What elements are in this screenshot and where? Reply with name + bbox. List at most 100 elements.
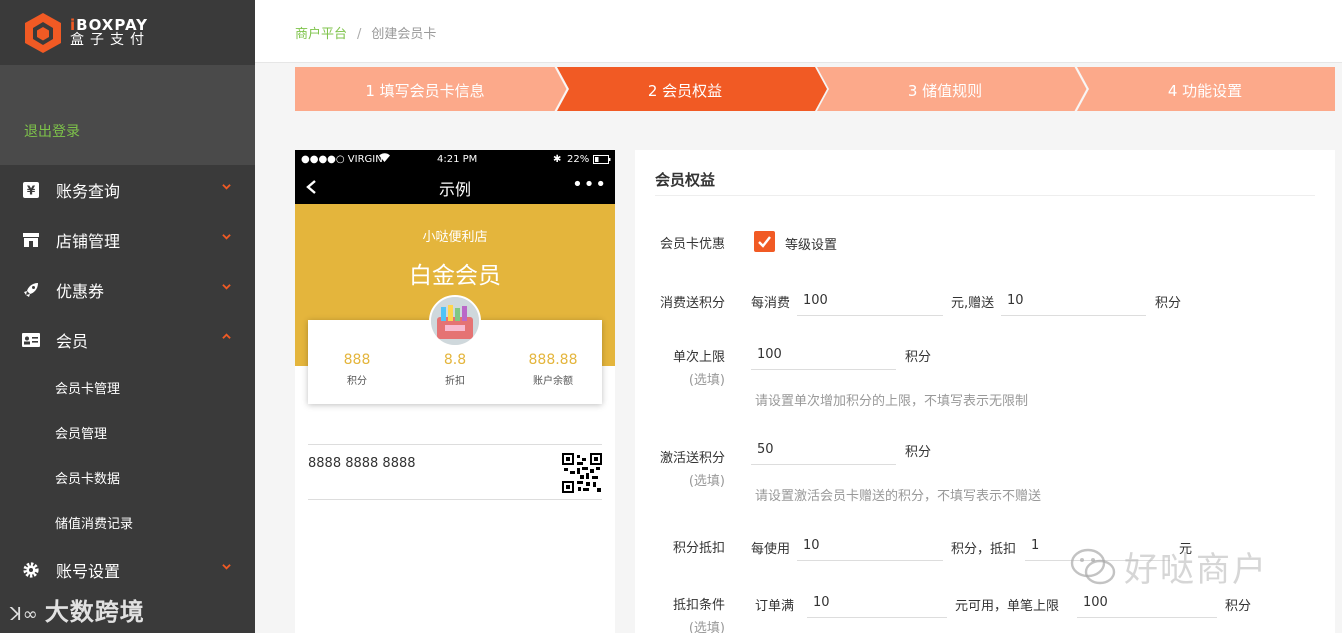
hexagon-logo-icon bbox=[25, 12, 61, 53]
breadcrumb-current: 创建会员卡 bbox=[371, 27, 437, 42]
breadcrumb-root-link[interactable]: 商户平台 bbox=[295, 27, 347, 42]
battery-percent: 22% bbox=[567, 154, 590, 165]
order-min-input[interactable] bbox=[807, 588, 947, 618]
sidebar-subitem-card-data[interactable]: 会员卡数据 bbox=[0, 455, 255, 500]
sidebar-subitem-member-manage[interactable]: 会员管理 bbox=[0, 410, 255, 455]
activate-points-suffix: 积分 bbox=[905, 445, 932, 460]
condition-mid: 元可用，单笔上限 bbox=[955, 599, 1060, 614]
activate-points-input[interactable] bbox=[751, 435, 896, 465]
stat-label: 折扣 bbox=[445, 376, 465, 387]
rocket-icon bbox=[22, 281, 40, 299]
stat-balance: 888.88 账户余额 bbox=[504, 352, 602, 387]
logout-link[interactable]: 退出登录 bbox=[24, 121, 80, 141]
phone-title: 示例 bbox=[438, 180, 471, 199]
watermark-bottom-right: 好哒商户 bbox=[1070, 542, 1268, 596]
deduct-points-input[interactable] bbox=[797, 531, 943, 561]
single-limit-input[interactable] bbox=[751, 340, 896, 370]
sidebar-item-accounting[interactable]: ¥ 账务查询 bbox=[0, 165, 255, 215]
consume-suffix: 积分 bbox=[1155, 296, 1182, 311]
sidebar-item-label: 会员 bbox=[56, 332, 89, 351]
card-number: 8888 8888 8888 bbox=[308, 456, 416, 471]
consume-amount-input[interactable] bbox=[797, 286, 943, 316]
sidebar-subitem-card-manage[interactable]: 会员卡管理 bbox=[0, 365, 255, 410]
user-panel: 退出登录 bbox=[0, 65, 255, 165]
sidebar-item-store[interactable]: 店铺管理 bbox=[0, 215, 255, 265]
sidebar-menu: ¥ 账务查询 店铺管理 优惠券 会员 会员卡管理 会员管理 会员卡数据 储值消费… bbox=[0, 165, 255, 595]
level-setting-checkbox[interactable] bbox=[754, 231, 775, 252]
single-limit-label: 单次上限 (选填) bbox=[672, 350, 725, 388]
activate-points-label: 激活送积分 (选填) bbox=[659, 451, 725, 489]
gear-icon bbox=[22, 561, 40, 579]
checkmark-icon bbox=[758, 236, 771, 248]
chevron-down-icon bbox=[222, 564, 231, 570]
top-bar: 商户平台 / 创建会员卡 bbox=[255, 0, 1342, 63]
step-3[interactable]: 3 储值规则 bbox=[825, 80, 1065, 101]
step-progress: 1 填写会员卡信息 2 会员权益 3 储值规则 4 功能设置 bbox=[295, 67, 1335, 111]
stat-value: 8.8 bbox=[443, 352, 467, 368]
sidebar-item-account-settings[interactable]: 账号设置 bbox=[0, 545, 255, 595]
wechat-icon bbox=[1070, 547, 1116, 596]
watermark-bottom-left: ꓘ∞ 大数跨境 bbox=[10, 598, 145, 626]
activate-points-hint: 请设置激活会员卡赠送的积分，不填写表示不赠送 bbox=[755, 489, 1042, 504]
chevron-down-icon bbox=[222, 284, 231, 290]
store-icon bbox=[22, 231, 40, 249]
sidebar-item-label: 店铺管理 bbox=[56, 232, 121, 251]
more-icon[interactable]: ••• bbox=[572, 174, 607, 195]
single-limit-suffix: 积分 bbox=[905, 350, 932, 365]
member-level: 白金会员 bbox=[409, 263, 501, 289]
store-name: 小哒便利店 bbox=[422, 230, 488, 245]
stat-discount: 8.8 折扣 bbox=[406, 352, 504, 387]
deduct-prefix: 每使用 bbox=[751, 542, 791, 557]
step-2-active[interactable]: 2 会员权益 bbox=[565, 80, 805, 101]
watermark-logo-icon: ꓘ∞ bbox=[10, 604, 39, 625]
logo-cn: 盒子支付 bbox=[70, 32, 150, 49]
phone-status-bar: ●●●●○ VIRGIN 4:21 PM ✱ 22% bbox=[295, 150, 615, 170]
gift-points-input[interactable] bbox=[1001, 286, 1146, 316]
carrier: ●●●●○ VIRGIN bbox=[301, 154, 383, 165]
brand-logo[interactable]: iBOXPAY 盒子支付 bbox=[0, 0, 255, 65]
wifi-icon bbox=[379, 153, 390, 165]
step-1[interactable]: 1 填写会员卡信息 bbox=[305, 80, 545, 101]
yen-icon: ¥ bbox=[22, 181, 40, 199]
single-limit-hint: 请设置单次增加积分的上限，不填写表示无限制 bbox=[755, 394, 1029, 409]
card-code-row: 8888 8888 8888 bbox=[308, 444, 602, 500]
breadcrumb-separator: / bbox=[357, 27, 362, 42]
consume-points-label: 消费送积分 bbox=[659, 296, 725, 311]
condition-prefix: 订单满 bbox=[755, 599, 795, 614]
chevron-up-icon bbox=[222, 333, 231, 339]
panel-title: 会员权益 bbox=[655, 171, 716, 189]
stat-value: 888.88 bbox=[528, 352, 578, 368]
sidebar-item-label: 账务查询 bbox=[56, 182, 121, 201]
phone-nav-bar: 示例 ••• bbox=[295, 170, 615, 204]
divider bbox=[655, 195, 1315, 196]
logo-en: iBOXPAY bbox=[70, 15, 149, 34]
step-4[interactable]: 4 功能设置 bbox=[1085, 80, 1325, 101]
stat-label: 积分 bbox=[347, 376, 367, 387]
battery-icon bbox=[593, 155, 611, 167]
qr-code-icon bbox=[562, 453, 602, 493]
consume-prefix: 每消费 bbox=[751, 296, 791, 311]
level-setting-label: 等级设置 bbox=[785, 238, 838, 253]
sidebar-item-coupon[interactable]: 优惠券 bbox=[0, 265, 255, 315]
stat-value: 888 bbox=[343, 352, 371, 368]
card-discount-label: 会员卡优惠 bbox=[659, 237, 725, 252]
consume-mid: 元,赠送 bbox=[951, 296, 995, 311]
bluetooth-icon: ✱ bbox=[553, 154, 562, 165]
chevron-down-icon bbox=[222, 184, 231, 190]
avatar bbox=[429, 295, 481, 347]
phone-preview: ●●●●○ VIRGIN 4:21 PM ✱ 22% 示例 ••• 小哒便利店 … bbox=[295, 150, 615, 633]
status-time: 4:21 PM bbox=[437, 154, 478, 165]
stat-label: 账户余额 bbox=[533, 376, 573, 387]
condition-suffix: 积分 bbox=[1225, 599, 1252, 614]
sidebar: iBOXPAY 盒子支付 退出登录 ¥ 账务查询 店铺管理 优惠券 会员 会员卡… bbox=[0, 0, 255, 633]
breadcrumb: 商户平台 / 创建会员卡 bbox=[295, 23, 436, 42]
sidebar-item-member[interactable]: 会员 bbox=[0, 315, 255, 365]
sidebar-item-label: 优惠券 bbox=[56, 282, 105, 301]
points-deduct-label: 积分抵扣 bbox=[672, 541, 725, 556]
chevron-down-icon bbox=[222, 234, 231, 240]
svg-text:¥: ¥ bbox=[27, 184, 36, 198]
deduct-mid: 积分，抵扣 bbox=[951, 542, 1017, 557]
deduct-condition-label: 抵扣条件 (选填) bbox=[672, 598, 725, 633]
stat-points: 888 积分 bbox=[308, 352, 406, 387]
sidebar-subitem-stored-value-records[interactable]: 储值消费记录 bbox=[0, 500, 255, 545]
